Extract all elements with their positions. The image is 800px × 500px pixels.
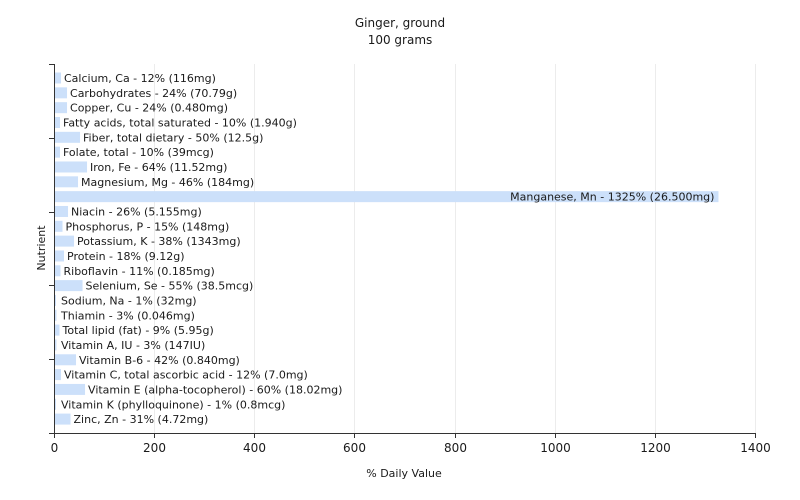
bar-label: Potassium, K - 38% (1343mg) (77, 235, 241, 248)
bar-label: Zinc, Zn - 31% (4.72mg) (74, 413, 209, 426)
bar (55, 324, 60, 336)
bar (55, 369, 62, 381)
bar-label: Vitamin A, IU - 3% (147IU) (61, 339, 205, 352)
bar-label: Carbohydrates - 24% (70.79g) (70, 87, 237, 100)
bar (55, 116, 61, 128)
x-tick-label: 600 (343, 441, 366, 455)
bar (55, 339, 57, 351)
x-axis-title: % Daily Value (366, 467, 442, 480)
bar (55, 309, 57, 321)
bar (55, 87, 68, 99)
bar-label: Vitamin C, total ascorbic acid - 12% (7.… (64, 369, 308, 382)
bar-label: Magnesium, Mg - 46% (184mg) (81, 176, 254, 189)
bar (55, 354, 77, 366)
bar (55, 280, 83, 292)
bar (55, 265, 61, 277)
bar (55, 131, 81, 143)
bar-label: Protein - 18% (9.12g) (67, 250, 185, 263)
x-tick-label: 400 (243, 441, 266, 455)
bar-label: Thiamin - 3% (0.046mg) (60, 309, 195, 322)
bar-chart: Ginger, ground 100 grams Calcium, Ca - 1… (0, 0, 800, 500)
x-tick-label: 1400 (740, 441, 771, 455)
bar-label: Vitamin E (alpha-tocopherol) - 60% (18.0… (88, 383, 342, 396)
x-tick-label: 0 (51, 441, 59, 455)
x-tick-label: 200 (143, 441, 166, 455)
x-tick-label: 1200 (640, 441, 671, 455)
bar (55, 235, 75, 247)
chart-subtitle: 100 grams (368, 33, 433, 47)
bar (55, 205, 69, 217)
bar-label: Niacin - 26% (5.155mg) (71, 205, 202, 218)
x-tick-label: 1000 (540, 441, 571, 455)
bar (55, 250, 65, 262)
bar-label: Total lipid (fat) - 9% (5.95g) (62, 324, 214, 337)
bar (55, 146, 61, 158)
bar-label: Folate, total - 10% (39mcg) (63, 146, 214, 159)
bar (55, 413, 71, 425)
chart-root: Ginger, ground 100 grams Calcium, Ca - 1… (0, 0, 800, 500)
bar (55, 161, 88, 173)
bar-label: Manganese, Mn - 1325% (26.500mg) (510, 191, 714, 204)
bar-label: Sodium, Na - 1% (32mg) (61, 294, 197, 307)
bar-label: Copper, Cu - 24% (0.480mg) (70, 102, 228, 115)
bar-label: Selenium, Se - 55% (38.5mcg) (86, 280, 254, 293)
bar-label: Vitamin B-6 - 42% (0.840mg) (79, 354, 240, 367)
bar (55, 72, 62, 84)
chart-title: Ginger, ground (355, 16, 445, 30)
y-axis-title: Nutrient (35, 225, 48, 271)
bar-label: Phosphorus, P - 15% (148mg) (66, 220, 230, 233)
bar-label: Vitamin K (phylloquinone) - 1% (0.8mcg) (61, 398, 285, 411)
bar (55, 176, 79, 188)
bar (55, 102, 68, 114)
bar (55, 220, 63, 232)
bar (55, 398, 56, 410)
x-tick-label: 800 (444, 441, 467, 455)
bar (55, 383, 86, 395)
bar-label: Fatty acids, total saturated - 10% (1.94… (63, 116, 297, 129)
bar-label: Iron, Fe - 64% (11.52mg) (90, 161, 227, 174)
bar-label: Riboflavin - 11% (0.185mg) (64, 265, 215, 278)
bar-label: Fiber, total dietary - 50% (12.5g) (83, 131, 263, 144)
bar-label: Calcium, Ca - 12% (116mg) (64, 72, 216, 85)
bar (55, 294, 56, 306)
